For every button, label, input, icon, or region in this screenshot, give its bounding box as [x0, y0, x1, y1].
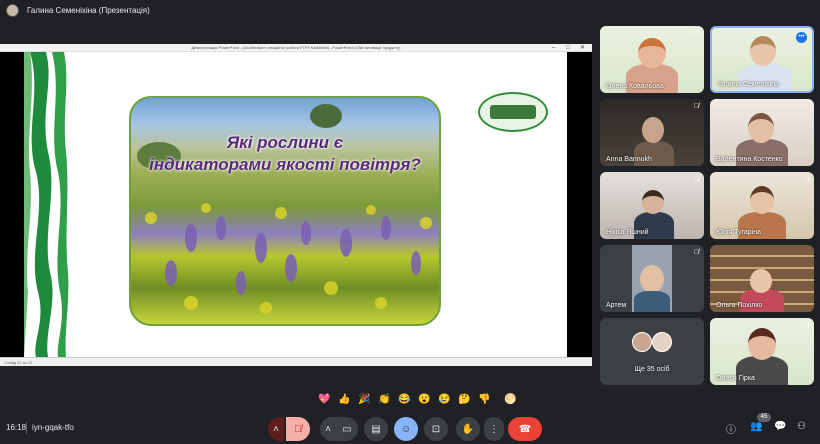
presenter-name: Галина Семеніхіна (Презентація): [27, 5, 150, 15]
mic-off-icon: 🎙̸: [693, 249, 699, 256]
minimize-icon: –: [552, 45, 556, 51]
participant-name: Юлія Тугаріна: [716, 229, 762, 236]
chevron-up-icon: ˄: [325, 423, 331, 435]
participant-name: Anna Bannukh: [606, 156, 652, 163]
more-vert-icon: ⋮: [489, 423, 499, 435]
top-bar: Галина Семеніхіна (Презентація): [0, 0, 820, 20]
powerpoint-status-bar: Слайд 22 из 22: [0, 357, 592, 366]
participant-tile[interactable]: 🎙̸ Артем: [600, 245, 704, 312]
captions-button[interactable]: ▤: [364, 417, 388, 441]
emoji-icon: ☺: [400, 423, 412, 435]
slide: Які рослини є індикаторами якості повітр…: [24, 52, 567, 357]
participant-avatar: [652, 332, 672, 352]
phone-hangup-icon: ☎: [518, 423, 532, 435]
mic-off-icon: 🎙̸: [803, 322, 809, 329]
participant-avatar: [632, 332, 652, 352]
activities-icon: ⚇: [797, 421, 806, 432]
mic-toggle-button[interactable]: 🎙̸: [286, 417, 310, 441]
mic-off-icon: 🎙̸: [803, 176, 809, 183]
hand-icon: ✋: [461, 423, 475, 435]
reaction-laugh[interactable]: 😂: [397, 394, 412, 405]
present-icon: ⊡: [431, 423, 441, 435]
reaction-thinking[interactable]: 🤔: [457, 394, 472, 405]
people-icon: 👥: [750, 421, 763, 432]
meadow-photo: Які рослини є індикаторами якості повітр…: [129, 96, 441, 326]
participant-tile[interactable]: 🎙̸ Нікіта Яшний: [600, 172, 704, 239]
slide-title-line1: Які рослини є: [226, 133, 344, 152]
camera-toggle-button[interactable]: ▭: [336, 417, 358, 441]
reaction-skin-tone[interactable]: 🌕: [503, 394, 518, 405]
close-icon: ✕: [580, 45, 586, 51]
info-button[interactable]: ⓘ: [726, 421, 736, 436]
slide-title: Які рослини є індикаторами якості повітр…: [131, 132, 439, 176]
participant-tile[interactable]: 🎙̸ Anna Bannukh: [600, 99, 704, 166]
camera-icon: ▭: [342, 423, 352, 435]
slide-letterbox-left: [0, 52, 24, 357]
reaction-surprised[interactable]: 😮: [417, 394, 432, 405]
more-participants-label: Ще 35 осіб: [634, 366, 670, 373]
presentation-stage: Демонстрація PowerPoint - [Особливості л…: [0, 44, 592, 366]
info-icon: ⓘ: [726, 425, 736, 436]
present-button[interactable]: ⊡: [424, 417, 448, 441]
divider: [26, 422, 27, 434]
audio-options-button[interactable]: ˄: [268, 417, 284, 441]
maximize-icon: □: [566, 45, 570, 51]
participants-count-badge: 45: [757, 413, 771, 422]
chat-button[interactable]: 💬: [774, 421, 786, 432]
more-participants-tile[interactable]: Ще 35 осіб: [600, 318, 704, 385]
activities-button[interactable]: ⚇: [797, 421, 806, 432]
participant-name: Галина Семеніхіна: [718, 81, 779, 88]
reaction-clap[interactable]: 👏: [377, 394, 392, 405]
reactions-bar: 💖 👍 🎉 👏 😂 😮 😢 🤔 👎 🌕: [317, 391, 518, 407]
chevron-up-icon: ˄: [273, 423, 279, 435]
participant-name: Валентина Костенко: [716, 156, 783, 163]
mic-off-icon: 🎙̸: [693, 30, 699, 37]
raise-hand-button[interactable]: ✋: [456, 417, 480, 441]
leave-call-button[interactable]: ☎: [508, 417, 542, 441]
presenter-avatar: [6, 3, 19, 17]
participant-grid: 🎙̸ Олена Ковальова ••• Галина Семеніхіна…: [600, 26, 814, 385]
school-logo: [478, 92, 548, 132]
participant-name: Нікіта Яшний: [606, 229, 649, 236]
participant-name: Олена Ковальова: [606, 83, 664, 90]
bottom-bar: 16:18 iyn-gqak-tfo ˄ 🎙̸ ˄ ▭ ▤ ☺ ⊡ ✋ ⋮ ☎ …: [0, 412, 820, 444]
participant-tile-speaking[interactable]: ••• Галина Семеніхіна: [710, 26, 814, 93]
people-button[interactable]: 👥: [750, 421, 762, 432]
participant-tile[interactable]: Валентина Костенко: [710, 99, 814, 166]
meeting-code: iyn-gqak-tfo: [32, 423, 74, 432]
clock: 16:18: [6, 423, 27, 432]
reaction-heart[interactable]: 💖: [317, 394, 332, 405]
slide-letterbox-right: [567, 52, 592, 357]
mic-off-icon: 🎙̸: [294, 423, 302, 435]
slide-title-line2: індикаторами якості повітря?: [149, 155, 421, 174]
powerpoint-title-bar: Демонстрація PowerPoint - [Особливості л…: [0, 44, 592, 52]
participant-name: Артем: [606, 302, 627, 309]
emoji-button[interactable]: ☺: [394, 417, 418, 441]
captions-icon: ▤: [371, 423, 381, 435]
powerpoint-window-title: Демонстрація PowerPoint - [Особливості л…: [191, 45, 401, 50]
speaking-icon: •••: [796, 32, 807, 43]
reaction-thumbs-down[interactable]: 👎: [477, 394, 492, 405]
chat-icon: 💬: [774, 421, 787, 432]
participant-tile[interactable]: 🎙̸ Юлія Тугаріна: [710, 172, 814, 239]
participant-tile[interactable]: 🎙̸ Олена Ковальова: [600, 26, 704, 93]
participant-name: Олеся Гірка: [716, 375, 755, 382]
mic-off-icon: 🎙̸: [693, 103, 699, 110]
mic-off-icon: 🎙̸: [693, 176, 699, 183]
participant-tile[interactable]: 🎙̸ Олеся Гірка: [710, 318, 814, 385]
participant-tile[interactable]: Ольга Похілко: [710, 245, 814, 312]
reaction-thumbs-up[interactable]: 👍: [337, 394, 352, 405]
reaction-sad[interactable]: 😢: [437, 394, 452, 405]
reaction-party[interactable]: 🎉: [357, 394, 372, 405]
participant-name: Ольга Похілко: [716, 302, 763, 309]
video-options-button[interactable]: ˄: [320, 417, 336, 441]
more-options-button[interactable]: ⋮: [484, 417, 504, 441]
decorative-stripes: [24, 52, 69, 357]
